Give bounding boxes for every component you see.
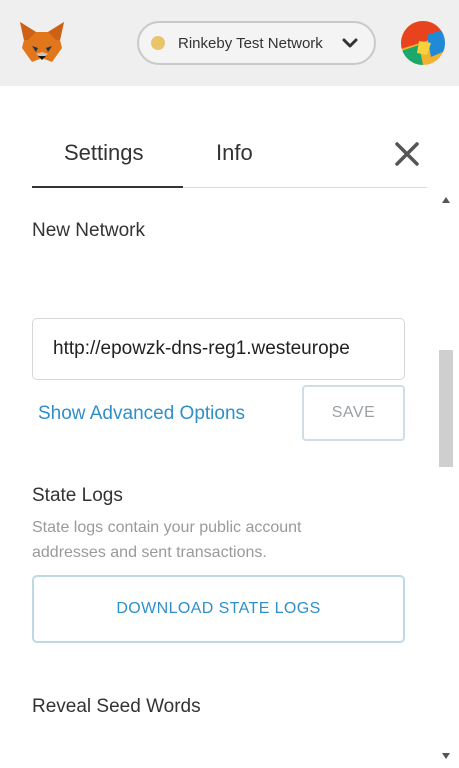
tab-settings[interactable]: Settings xyxy=(64,140,144,166)
active-tab-indicator xyxy=(32,186,183,188)
network-status-dot xyxy=(151,36,165,50)
chevron-down-icon xyxy=(342,38,358,48)
scroll-up-arrow-icon[interactable] xyxy=(441,196,451,204)
network-selector[interactable]: Rinkeby Test Network xyxy=(137,21,376,65)
close-icon[interactable] xyxy=(394,141,420,167)
save-button[interactable]: SAVE xyxy=(302,385,405,441)
download-state-logs-button[interactable]: DOWNLOAD STATE LOGS xyxy=(32,575,405,643)
scrollbar-thumb[interactable] xyxy=(439,350,453,467)
app-header: Rinkeby Test Network xyxy=(0,0,459,86)
scrollbar[interactable] xyxy=(435,192,457,768)
scroll-down-arrow-icon[interactable] xyxy=(441,752,451,760)
rpc-url-input[interactable]: http://epowzk-dns-reg1.westeurope xyxy=(32,318,405,380)
account-identicon[interactable] xyxy=(401,21,445,65)
settings-tabs: Settings Info xyxy=(32,130,427,188)
tab-info[interactable]: Info xyxy=(216,140,253,166)
state-logs-description: State logs contain your public account a… xyxy=(32,519,302,561)
show-advanced-options-link[interactable]: Show Advanced Options xyxy=(38,403,245,425)
new-network-title: New Network xyxy=(32,220,145,241)
reveal-seed-words-title: Reveal Seed Words xyxy=(32,696,201,717)
network-label: Rinkeby Test Network xyxy=(178,34,323,52)
state-logs-title: State Logs xyxy=(32,485,123,506)
metamask-fox-icon[interactable] xyxy=(18,20,66,64)
